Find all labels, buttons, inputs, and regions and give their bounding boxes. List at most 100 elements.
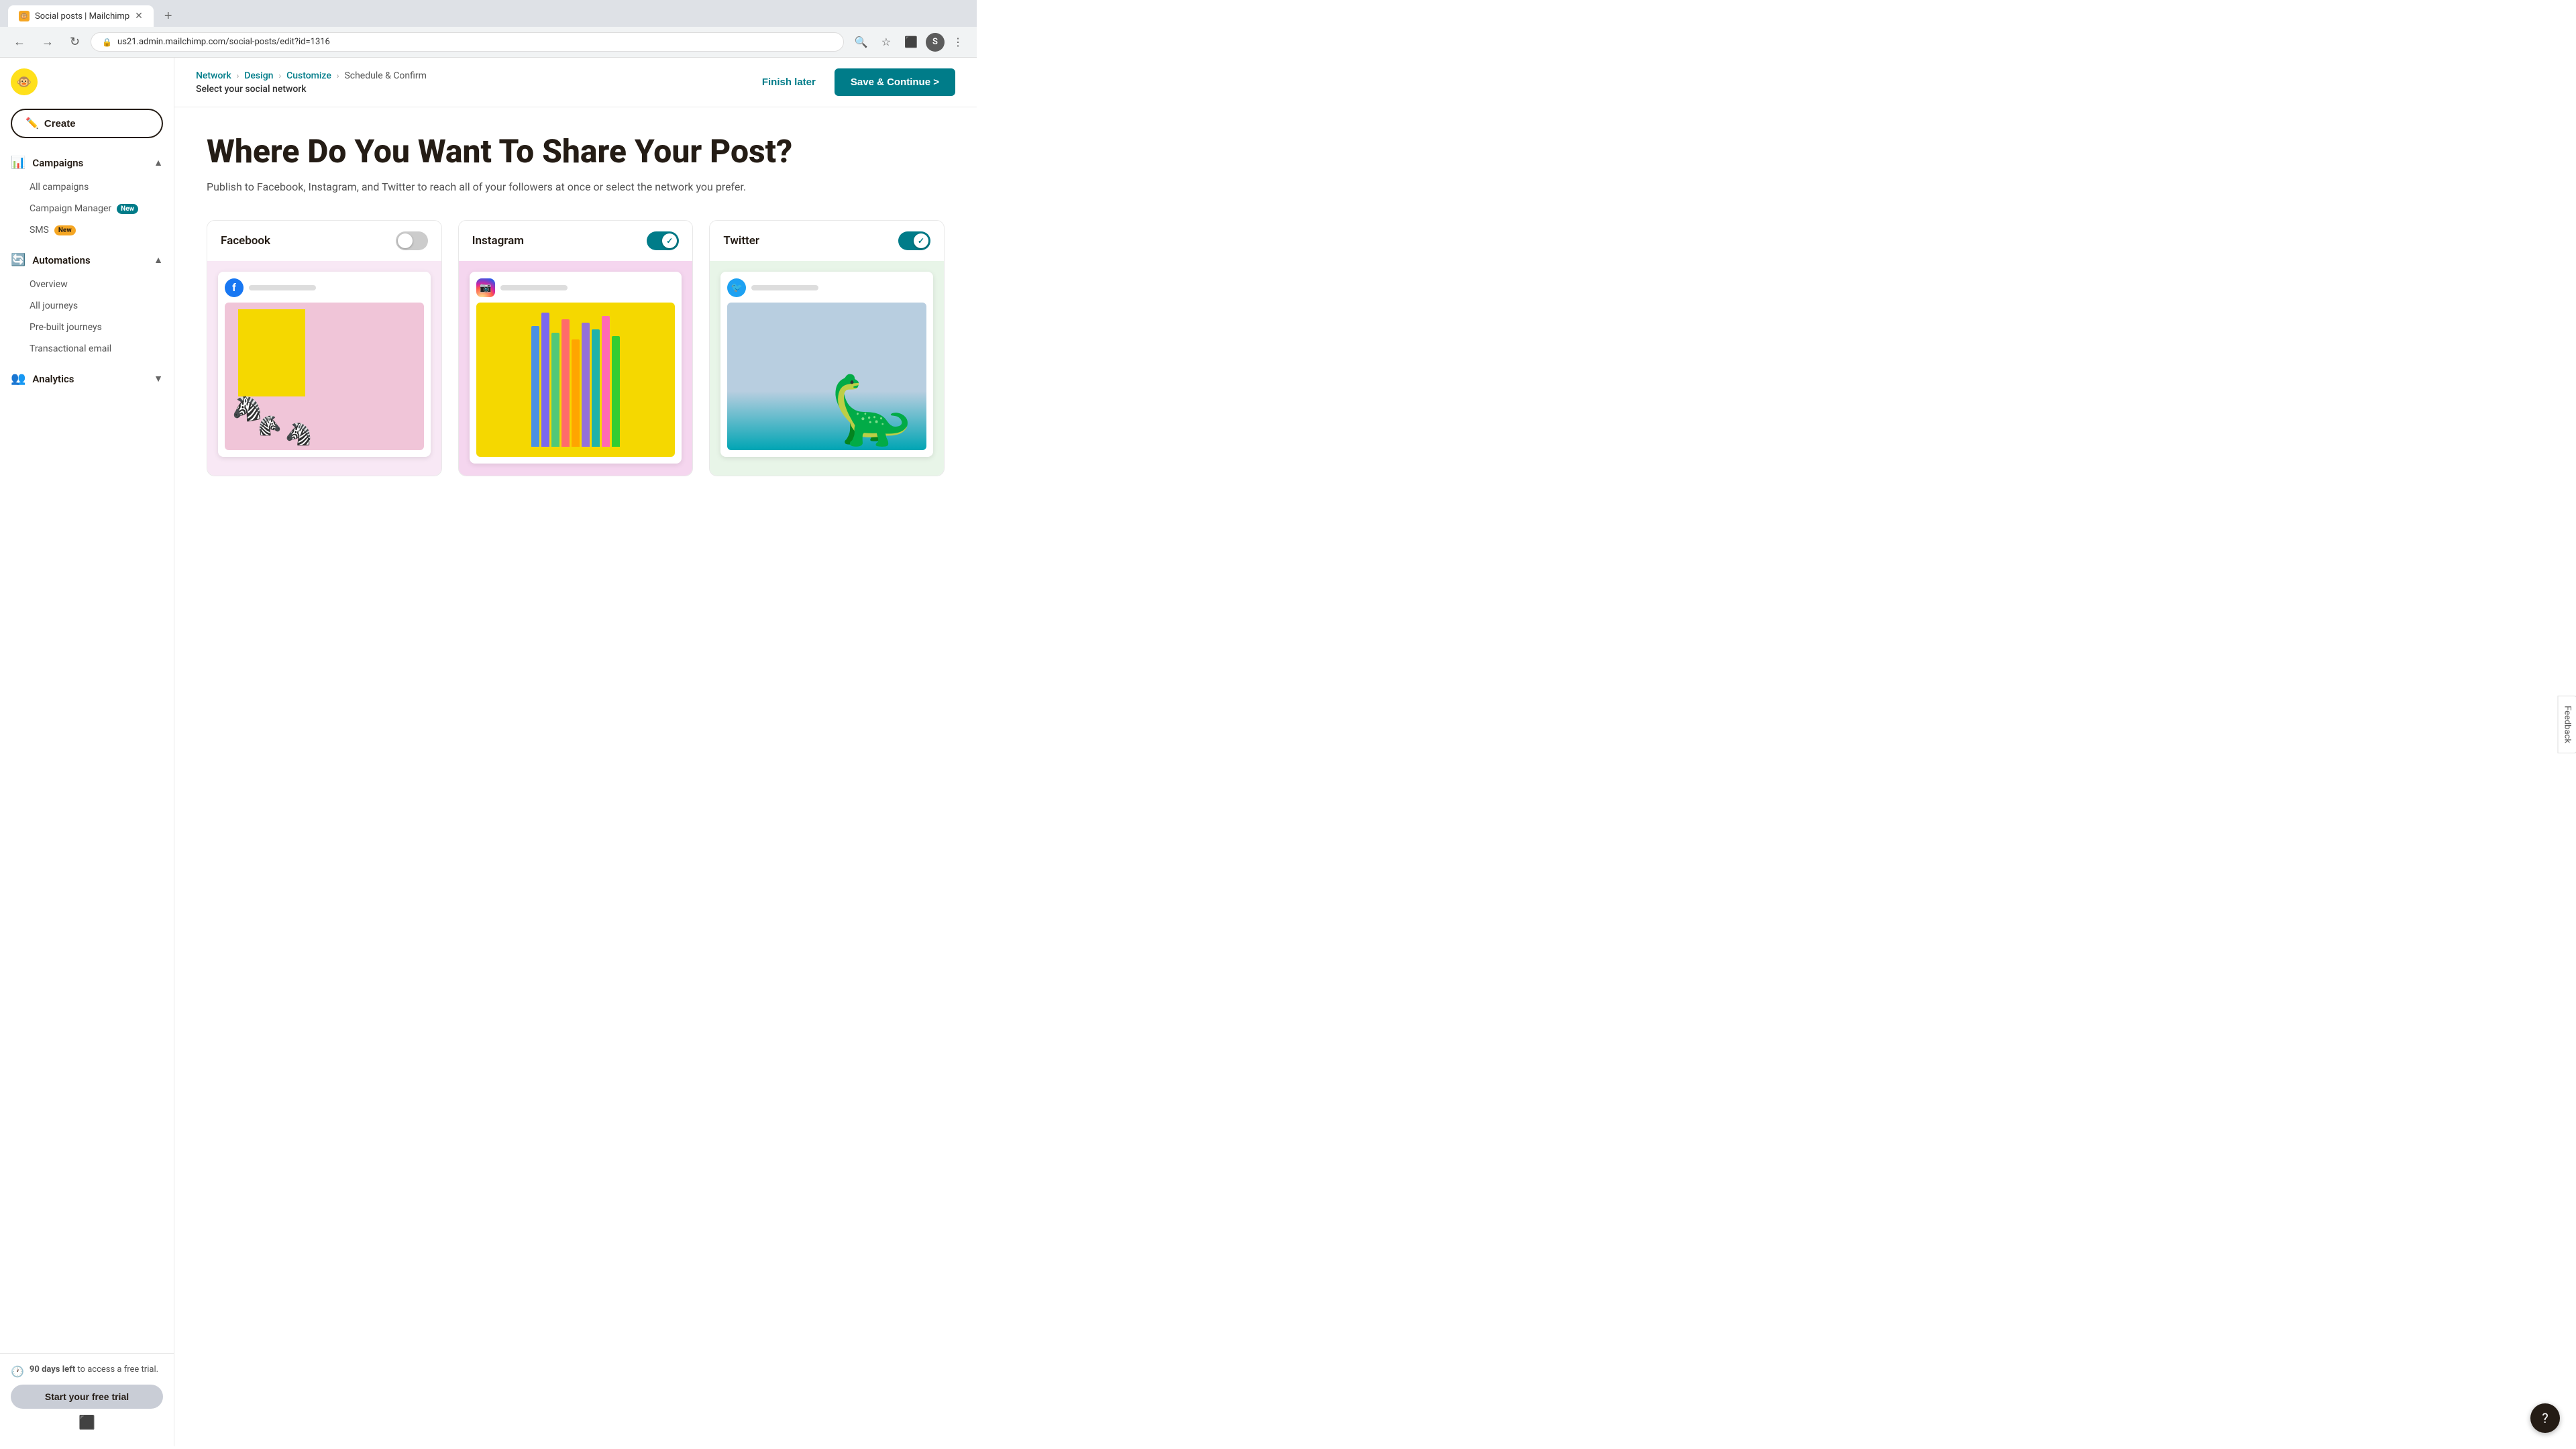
twitter-card: Twitter ✓ 🐦 xyxy=(709,220,945,476)
instagram-check-icon: ✓ xyxy=(666,236,673,246)
url-text: us21.admin.mailchimp.com/social-posts/ed… xyxy=(117,37,330,47)
svg-text:🐵: 🐵 xyxy=(17,75,32,89)
menu-icon-btn[interactable]: ⋮ xyxy=(947,33,969,52)
campaigns-section-header[interactable]: 📊 Campaigns ▲ xyxy=(0,149,174,176)
instagram-toggle[interactable]: ✓ xyxy=(647,231,679,250)
breadcrumb-design[interactable]: Design xyxy=(244,70,273,81)
facebook-card-header: Facebook xyxy=(207,221,441,261)
back-button[interactable]: ← xyxy=(8,32,31,52)
pencil-4 xyxy=(561,319,570,447)
new-tab-button[interactable]: + xyxy=(159,6,178,27)
facebook-post-header: f xyxy=(225,278,424,297)
campaigns-icon: 📊 xyxy=(11,156,25,170)
help-button[interactable]: ? xyxy=(2530,1403,2560,1433)
create-button[interactable]: ✏️ Create xyxy=(11,109,163,138)
sidebar-section-automations: 🔄 Automations ▲ Overview All journeys Pr… xyxy=(0,246,174,365)
pencil-6 xyxy=(582,323,590,447)
breadcrumb-customize[interactable]: Customize xyxy=(286,70,331,81)
instagram-toggle-thumb: ✓ xyxy=(662,233,677,248)
sidebar-bottom: 🕐 90 days left to access a free trial. S… xyxy=(0,1353,174,1446)
finish-later-button[interactable]: Finish later xyxy=(751,71,826,93)
topbar: Network › Design › Customize › Schedule … xyxy=(174,58,977,107)
facebook-yellow-rect xyxy=(238,309,305,396)
analytics-icon: 👥 xyxy=(11,372,25,386)
twitter-name-bar xyxy=(751,285,818,290)
forward-button[interactable]: → xyxy=(36,32,59,52)
bookmark-icon-btn[interactable]: ☆ xyxy=(876,33,896,52)
browser-titlebar: 🐵 Social posts | Mailchimp ✕ + xyxy=(0,0,977,27)
sidebar-item-prebuilt[interactable]: Pre-built journeys xyxy=(0,317,174,338)
browser-tab[interactable]: 🐵 Social posts | Mailchimp ✕ xyxy=(8,5,154,27)
breadcrumb: Network › Design › Customize › Schedule … xyxy=(196,70,427,81)
sidebar-item-transactional[interactable]: Transactional email xyxy=(0,338,174,360)
breadcrumb-sep-3: › xyxy=(337,71,339,80)
instagram-mock-post: 📷 xyxy=(470,272,682,464)
clock-icon: 🕐 xyxy=(11,1365,24,1378)
network-cards: Facebook f 🦓 xyxy=(207,220,945,476)
sidebar-item-sms[interactable]: SMS New xyxy=(0,219,174,241)
analytics-section-header[interactable]: 👥 Analytics ▼ xyxy=(0,365,174,392)
sms-badge: New xyxy=(54,225,76,235)
instagram-icon: 📷 xyxy=(476,278,495,297)
search-icon-btn[interactable]: 🔍 xyxy=(849,33,873,52)
pencil-9 xyxy=(612,336,620,447)
collapse-icon: ⬛ xyxy=(78,1414,95,1430)
tab-close-button[interactable]: ✕ xyxy=(135,11,143,21)
feedback-tab[interactable]: Feedback xyxy=(2558,696,2576,753)
twitter-toggle-thumb: ✓ xyxy=(914,233,928,248)
sidebar-item-all-campaigns[interactable]: All campaigns xyxy=(0,176,174,198)
analytics-title: 👥 Analytics xyxy=(11,372,74,386)
collapse-sidebar-button[interactable]: ⬛ xyxy=(11,1409,163,1436)
automations-chevron-icon: ▲ xyxy=(154,254,163,266)
sidebar-section-campaigns: 📊 Campaigns ▲ All campaigns Campaign Man… xyxy=(0,149,174,246)
twitter-preview: 🐦 🦕 xyxy=(710,261,944,476)
automations-title: 🔄 Automations xyxy=(11,253,91,267)
facebook-card: Facebook f 🦓 xyxy=(207,220,442,476)
twitter-post-header: 🐦 xyxy=(727,278,926,297)
sidebar-item-overview[interactable]: Overview xyxy=(0,274,174,295)
topbar-left: Network › Design › Customize › Schedule … xyxy=(196,70,427,95)
facebook-preview: f 🦓 🦓 🦓 xyxy=(207,261,441,476)
sidebar-item-all-journeys[interactable]: All journeys xyxy=(0,295,174,317)
sidebar-item-campaign-manager[interactable]: Campaign Manager New xyxy=(0,198,174,219)
sidebar-section-analytics: 👥 Analytics ▼ xyxy=(0,365,174,398)
pencil-2 xyxy=(541,313,549,447)
pencil-1 xyxy=(531,326,539,447)
extensions-icon-btn[interactable]: ⬛ xyxy=(899,33,923,52)
pencil-3 xyxy=(551,333,559,447)
incognito-avatar[interactable]: S xyxy=(926,33,945,52)
reload-button[interactable]: ↻ xyxy=(64,32,85,52)
instagram-card: Instagram ✓ 📷 xyxy=(458,220,694,476)
page-content: Where Do You Want To Share Your Post? Pu… xyxy=(174,107,977,503)
breadcrumb-schedule: Schedule & Confirm xyxy=(344,70,426,81)
page-subtext: Publish to Facebook, Instagram, and Twit… xyxy=(207,180,945,193)
breadcrumb-sep-2: › xyxy=(278,71,281,80)
instagram-name-bar xyxy=(500,285,568,290)
automations-section-header[interactable]: 🔄 Automations ▲ xyxy=(0,246,174,274)
twitter-card-header: Twitter ✓ xyxy=(710,221,944,261)
mailchimp-logo-icon: 🐵 xyxy=(11,68,38,95)
pencil-7 xyxy=(592,329,600,447)
main-content: Network › Design › Customize › Schedule … xyxy=(174,58,977,1446)
address-bar[interactable]: 🔒 us21.admin.mailchimp.com/social-posts/… xyxy=(91,32,844,52)
start-trial-button[interactable]: Start your free trial xyxy=(11,1385,163,1409)
instagram-post-header: 📷 xyxy=(476,278,676,297)
breadcrumb-network[interactable]: Network xyxy=(196,70,231,81)
campaigns-title: 📊 Campaigns xyxy=(11,156,83,170)
instagram-card-header: Instagram ✓ xyxy=(459,221,693,261)
twitter-mock-post: 🐦 🦕 xyxy=(720,272,933,457)
instagram-post-image xyxy=(476,303,676,457)
facebook-toggle[interactable] xyxy=(396,231,428,250)
twitter-post-image: 🦕 xyxy=(727,303,926,450)
twitter-toggle[interactable]: ✓ xyxy=(898,231,930,250)
facebook-toggle-thumb xyxy=(398,233,413,248)
facebook-label: Facebook xyxy=(221,234,270,248)
save-continue-button[interactable]: Save & Continue > xyxy=(835,68,955,96)
sidebar: 🐵 ✏️ Create 📊 Campaigns ▲ All campaigns … xyxy=(0,58,174,1446)
pencil-icon: ✏️ xyxy=(25,117,39,130)
twitter-check-icon: ✓ xyxy=(918,236,924,246)
app-layout: 🐵 ✏️ Create 📊 Campaigns ▲ All campaigns … xyxy=(0,58,977,1446)
facebook-icon: f xyxy=(225,278,244,297)
twitter-label: Twitter xyxy=(723,234,759,248)
browser-chrome: 🐵 Social posts | Mailchimp ✕ + ← → ↻ 🔒 u… xyxy=(0,0,977,58)
